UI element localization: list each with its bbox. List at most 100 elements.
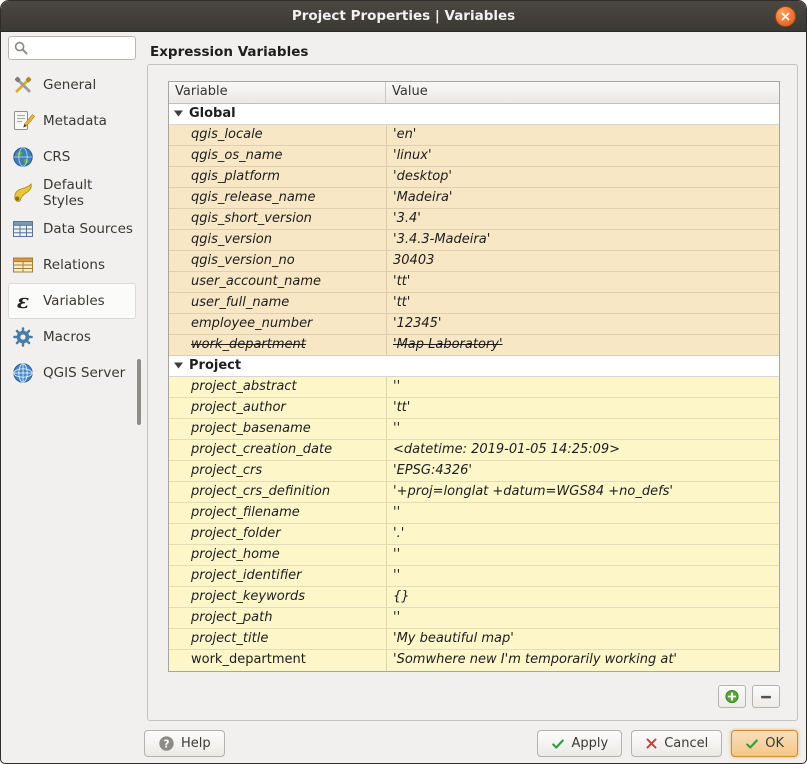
variable-row[interactable]: project_folder'.'	[169, 524, 779, 545]
ok-button[interactable]: OK	[731, 730, 798, 757]
variable-value: 'My beautiful map'	[393, 631, 514, 646]
variable-row[interactable]: project_abstract''	[169, 377, 779, 398]
collapse-triangle-icon[interactable]	[174, 104, 183, 124]
variables-table: Variable Value Globalqgis_locale'en'qgis…	[168, 81, 780, 672]
variable-row[interactable]: project_crs_definition'+proj=longlat +da…	[169, 482, 779, 503]
sidebar-item-qgis-server[interactable]: QGIS Server	[8, 355, 136, 391]
group-header-row[interactable]: Global	[169, 104, 779, 125]
ok-check-icon	[745, 737, 759, 751]
variable-value: 'linux'	[393, 148, 432, 163]
table-icon	[11, 217, 35, 241]
variable-row[interactable]: project_keywords{}	[169, 587, 779, 608]
variable-value: ''	[393, 547, 400, 562]
sidebar-item-data-sources[interactable]: Data Sources	[8, 211, 136, 247]
sidebar-item-crs[interactable]: CRS	[8, 139, 136, 175]
group-name: Global	[189, 104, 236, 124]
relations-table-icon	[11, 253, 35, 277]
variable-name: project_title	[191, 631, 268, 646]
variable-row[interactable]: project_creation_date<datetime: 2019-01-…	[169, 440, 779, 461]
variable-row[interactable]: qgis_short_version'3.4'	[169, 209, 779, 230]
variable-row[interactable]: project_title 'My beautiful map'	[169, 629, 779, 650]
help-button-label: Help	[181, 736, 211, 751]
search-icon	[13, 40, 29, 60]
variable-value: 'Madeira'	[393, 190, 453, 205]
variable-value: 'desktop'	[393, 169, 452, 184]
globe-grid-icon	[11, 361, 35, 385]
collapse-triangle-icon[interactable]	[174, 356, 183, 376]
sidebar-item-general[interactable]: General	[8, 67, 136, 103]
sidebar-item-label: Macros	[43, 329, 91, 345]
sidebar-item-label: Default Styles	[43, 177, 133, 209]
variable-row[interactable]: work_department'Map Laboratory'	[169, 335, 779, 356]
variable-name: qgis_version	[191, 232, 272, 247]
variable-row[interactable]: work_department'Somwhere new I'm tempora…	[169, 650, 779, 671]
variable-name: project_abstract	[191, 379, 297, 394]
variable-row[interactable]: project_identifier''	[169, 566, 779, 587]
variable-name: project_basename	[191, 421, 311, 436]
sidebar-item-macros[interactable]: Macros	[8, 319, 136, 355]
variable-row[interactable]: employee_number'12345'	[169, 314, 779, 335]
variable-row[interactable]: project_crs'EPSG:4326'	[169, 461, 779, 482]
variable-row[interactable]: project_filename''	[169, 503, 779, 524]
close-button[interactable]	[775, 6, 796, 27]
variable-value: '3.4.3-Madeira'	[393, 232, 490, 247]
column-header-variable[interactable]: Variable	[169, 82, 386, 103]
column-header-value[interactable]: Value	[386, 82, 779, 103]
variable-name: project_creation_date	[191, 442, 332, 457]
apply-check-icon	[551, 737, 565, 751]
cancel-button-label: Cancel	[664, 736, 708, 751]
variable-value: {}	[393, 589, 410, 604]
sidebar-item-variables[interactable]: ε Variables	[8, 283, 136, 319]
dialog-button-row: ? Help Apply Cancel OK	[144, 730, 798, 757]
variable-name: qgis_release_name	[191, 190, 315, 205]
variable-name: qgis_short_version	[191, 211, 312, 226]
variable-value: ''	[393, 505, 400, 520]
variable-row[interactable]: user_account_name'tt'	[169, 272, 779, 293]
variable-value: ''	[393, 610, 400, 625]
variable-value: '12345'	[393, 316, 442, 331]
help-button[interactable]: ? Help	[144, 730, 225, 757]
apply-button[interactable]: Apply	[537, 730, 622, 757]
cancel-button[interactable]: Cancel	[631, 730, 722, 757]
variable-name: qgis_platform	[191, 169, 280, 184]
remove-variable-button[interactable]	[752, 685, 780, 708]
variable-value: 'tt'	[393, 400, 410, 415]
variable-value: ''	[393, 568, 400, 583]
window-title: Project Properties | Variables	[292, 8, 515, 24]
add-variable-button[interactable]	[718, 685, 746, 708]
sidebar-nav: General Metadata	[8, 67, 136, 391]
variable-row[interactable]: qgis_os_name 'linux'	[169, 146, 779, 167]
epsilon-icon: ε	[11, 289, 35, 313]
main-panel: Expression Variables Variable Value Glob…	[141, 31, 806, 763]
variable-row[interactable]: project_path''	[169, 608, 779, 629]
variable-row[interactable]: project_author'tt'	[169, 398, 779, 419]
page-title: Expression Variables	[150, 44, 308, 60]
variable-row[interactable]: project_home ''	[169, 545, 779, 566]
sidebar-item-metadata[interactable]: Metadata	[8, 103, 136, 139]
variable-name: qgis_os_name	[191, 148, 282, 163]
variable-row[interactable]: qgis_release_name 'Madeira'	[169, 188, 779, 209]
variables-table-body: Globalqgis_locale'en' qgis_os_name 'linux'…	[169, 104, 779, 671]
variable-value: 30403	[393, 253, 434, 268]
variable-name: project_crs	[191, 463, 262, 478]
variable-name: project_home	[191, 547, 280, 562]
group-header-row[interactable]: Project	[169, 356, 779, 377]
variable-row[interactable]: qgis_platform 'desktop'	[169, 167, 779, 188]
sidebar-item-label: CRS	[43, 149, 70, 165]
cancel-x-icon	[645, 737, 658, 750]
variable-row[interactable]: user_full_name'tt'	[169, 293, 779, 314]
sidebar-item-label: Metadata	[43, 113, 107, 129]
variable-row[interactable]: qgis_version_no30403	[169, 251, 779, 272]
sidebar-item-relations[interactable]: Relations	[8, 247, 136, 283]
project-properties-dialog: Project Properties | Variables	[0, 0, 807, 764]
group-name: Project	[189, 356, 241, 376]
sidebar-item-default-styles[interactable]: Default Styles	[8, 175, 136, 211]
variable-row[interactable]: qgis_version '3.4.3-Madeira'	[169, 230, 779, 251]
titlebar[interactable]: Project Properties | Variables	[1, 1, 806, 32]
gear-icon	[11, 325, 35, 349]
variable-row[interactable]: qgis_locale'en'	[169, 125, 779, 146]
variable-row[interactable]: project_basename''	[169, 419, 779, 440]
sidebar-item-label: Relations	[43, 257, 105, 273]
crossed-tools-icon	[11, 73, 35, 97]
globe-icon	[11, 145, 35, 169]
